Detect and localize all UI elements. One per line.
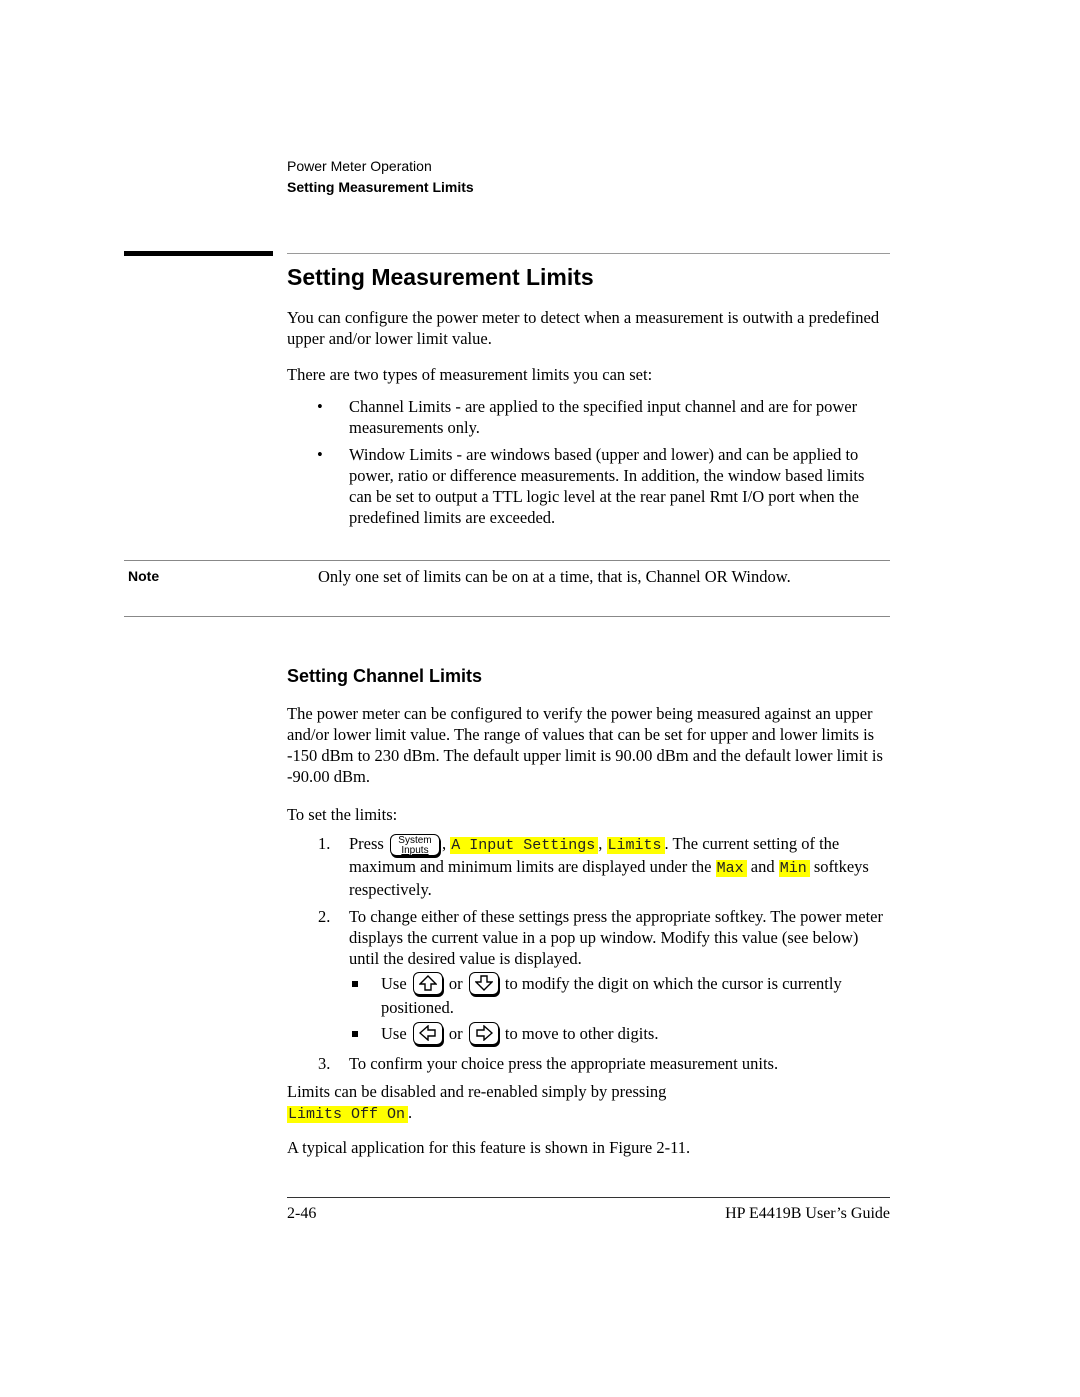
step-text: To change either of these settings press… bbox=[349, 907, 883, 969]
guide-title: HP E4419B User’s Guide bbox=[725, 1205, 890, 1222]
note-text: Only one set of limits can be on at a ti… bbox=[318, 567, 791, 586]
square-bullet-icon bbox=[352, 981, 358, 988]
softkey-a-input-settings[interactable]: A Input Settings bbox=[450, 837, 599, 854]
step-1: 1. Press System Inputs , A Input Setting… bbox=[287, 833, 890, 900]
heading-rule-thin bbox=[287, 253, 890, 254]
system-inputs-key[interactable]: System Inputs bbox=[389, 834, 440, 857]
step-text: Press bbox=[349, 834, 384, 853]
softkey-max[interactable]: Max bbox=[715, 860, 747, 878]
footer-rule bbox=[287, 1197, 890, 1198]
bullet-icon: • bbox=[317, 445, 323, 464]
heading-rule-thick bbox=[124, 251, 273, 256]
step-2-sublist: Use or to modify the digit on which the … bbox=[349, 971, 890, 1047]
sub-text: or bbox=[448, 1023, 463, 1043]
step-text: To confirm your choice press the appropr… bbox=[349, 1053, 779, 1073]
list-item-text: Channel Limits - are applied to the spec… bbox=[349, 397, 858, 437]
softkey-limits-off-on[interactable]: Limits Off On bbox=[287, 1106, 409, 1123]
disable-paragraph: Limits can be disabled and re-enabled si… bbox=[287, 1081, 890, 1125]
page-title: Setting Measurement Limits bbox=[287, 264, 594, 290]
bullet-icon: • bbox=[317, 397, 323, 416]
note-rule-bottom bbox=[124, 616, 890, 617]
figure-reference: A typical application for this feature i… bbox=[287, 1138, 691, 1157]
sub-text: Use bbox=[381, 974, 407, 994]
step-number: 3. bbox=[318, 1053, 331, 1073]
set-limits-intro: To set the limits: bbox=[287, 805, 398, 824]
right-arrow-icon bbox=[476, 1024, 493, 1041]
disable-text: Limits can be disabled and re-enabled si… bbox=[287, 1082, 667, 1101]
punctuation: , bbox=[598, 834, 603, 853]
step-2: 2. To change either of these settings pr… bbox=[287, 906, 890, 1046]
intro-paragraph: You can configure the power meter to det… bbox=[287, 308, 880, 348]
punctuation: . bbox=[408, 1103, 413, 1122]
down-arrow-icon bbox=[474, 975, 493, 991]
step-number: 2. bbox=[318, 907, 331, 927]
running-head-section: Setting Measurement Limits bbox=[287, 179, 474, 195]
square-bullet-icon bbox=[352, 1030, 358, 1037]
sub-text: or bbox=[448, 974, 463, 994]
up-arrow-key[interactable] bbox=[412, 971, 443, 995]
left-arrow-icon bbox=[418, 1024, 436, 1041]
step-3: 3. To confirm your choice press the appr… bbox=[287, 1053, 890, 1074]
step-number: 1. bbox=[318, 834, 331, 853]
note-rule-top bbox=[124, 560, 890, 561]
softkey-limits[interactable]: Limits bbox=[606, 837, 665, 854]
list-item: Use or to move to other digits. bbox=[349, 1021, 890, 1047]
step-text: and bbox=[750, 857, 775, 877]
punctuation: , bbox=[441, 834, 447, 853]
key-label-bottom: Inputs bbox=[401, 845, 429, 857]
intro-types-paragraph: There are two types of measurement limit… bbox=[287, 365, 653, 384]
page-number: 2-46 bbox=[287, 1205, 317, 1222]
list-item: • Window Limits - are windows based (upp… bbox=[287, 444, 890, 528]
steps-list: 1. Press System Inputs , A Input Setting… bbox=[287, 833, 890, 1080]
left-arrow-key[interactable] bbox=[412, 1021, 443, 1045]
list-item-text: Window Limits - are windows based (upper… bbox=[349, 445, 865, 527]
running-head: Power Meter Operation Setting Measuremen… bbox=[287, 156, 474, 198]
sub-text: to move to other digits. bbox=[504, 1023, 659, 1043]
note-label: Note bbox=[128, 568, 160, 584]
channel-limits-paragraph: The power meter can be configured to ver… bbox=[287, 704, 883, 786]
running-head-chapter: Power Meter Operation bbox=[287, 158, 432, 174]
up-arrow-icon bbox=[418, 974, 437, 991]
down-arrow-key[interactable] bbox=[468, 971, 499, 995]
softkey-min[interactable]: Min bbox=[778, 860, 810, 878]
right-arrow-key[interactable] bbox=[468, 1021, 499, 1045]
limit-types-list: • Channel Limits - are applied to the sp… bbox=[287, 396, 890, 534]
sub-text: Use bbox=[381, 1023, 407, 1043]
section-heading: Setting Channel Limits bbox=[287, 666, 483, 686]
list-item: Use or to modify the digit on which the … bbox=[349, 971, 890, 1018]
list-item: • Channel Limits - are applied to the sp… bbox=[287, 396, 890, 438]
